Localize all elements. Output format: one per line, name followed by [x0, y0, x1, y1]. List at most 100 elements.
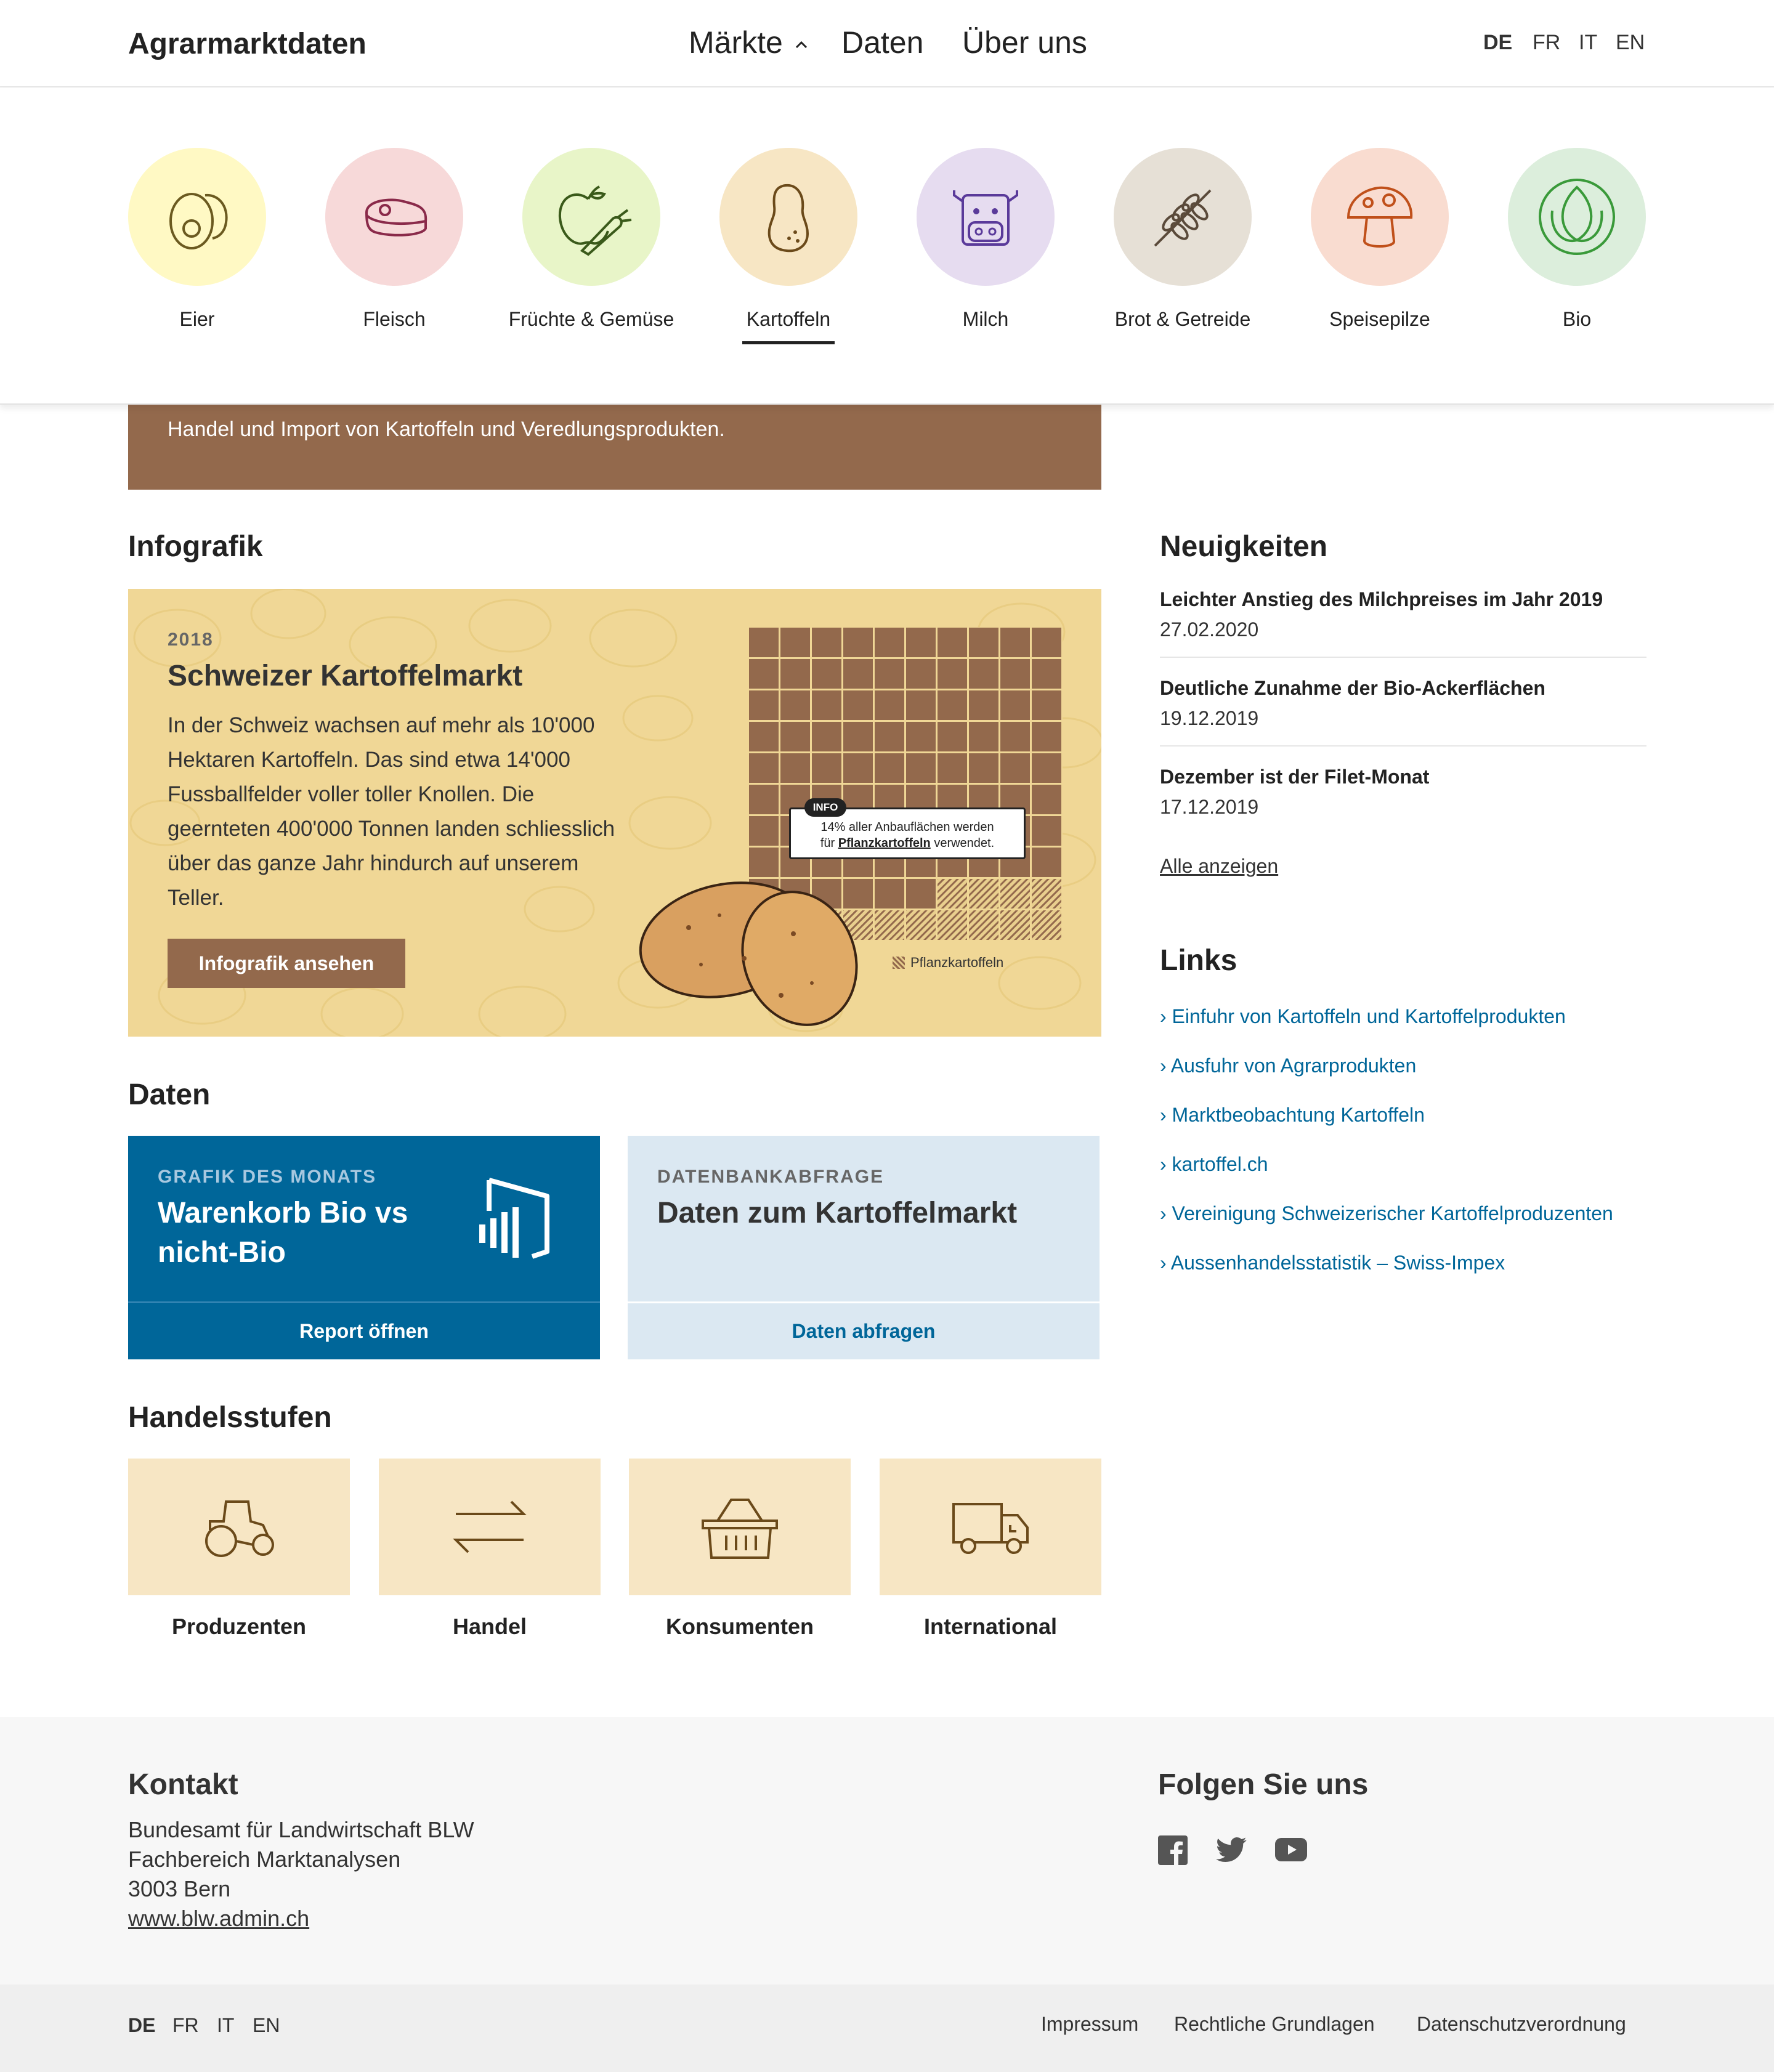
footer-link-rechtliche-grundlagen[interactable]: Rechtliche Grundlagen [1174, 2013, 1375, 2036]
category-fleisch[interactable]: Fleisch [302, 148, 487, 331]
external-link[interactable]: › Vereinigung Schweizerischer Kartoffelp… [1160, 1202, 1613, 1225]
stufe-international[interactable] [880, 1459, 1101, 1595]
hero-description: Handel und Import von Kartoffeln und Ver… [168, 418, 725, 441]
category-circle [1508, 148, 1646, 286]
grafik-des-monats-card[interactable]: GRAFIK DES MONATS Warenkorb Bio vs nicht… [128, 1136, 600, 1359]
twitter-icon[interactable] [1216, 1837, 1247, 1864]
news-item-title[interactable]: Deutliche Zunahme der Bio-Ackerflächen [1160, 677, 1545, 700]
grid-cell [873, 658, 905, 690]
brand-logo[interactable]: Agrarmarktdaten [128, 27, 367, 61]
nav-about[interactable]: Über uns [962, 25, 1087, 60]
potato-icon [768, 184, 809, 253]
grid-cell [968, 627, 1000, 658]
footer-link-datenschutz[interactable]: Datenschutzverordnung [1417, 2013, 1626, 2036]
links-heading: Links [1160, 944, 1237, 977]
grid-cell-seed-potato [1031, 878, 1063, 910]
footer-lang-it[interactable]: IT [217, 2014, 234, 2037]
data-query-button[interactable]: Daten abfragen [628, 1301, 1100, 1359]
stufe-label: Produzenten [171, 1614, 306, 1639]
nav-markets[interactable]: Märkte [689, 25, 809, 60]
grid-cell [779, 721, 811, 753]
stufe-handel[interactable] [379, 1459, 601, 1595]
contact-line: 3003 Bern [128, 1876, 231, 1901]
lang-fr[interactable]: FR [1533, 31, 1560, 55]
infografik-view-button[interactable]: Infografik ansehen [168, 939, 405, 988]
infografik-title: Schweizer Kartoffelmarkt [168, 660, 523, 692]
category-kartoffeln[interactable]: Kartoffeln [696, 148, 881, 331]
daten-heading: Daten [128, 1078, 211, 1111]
category-label: Bio [1562, 308, 1592, 330]
legend-swatch [893, 957, 905, 969]
footer-link-impressum[interactable]: Impressum [1041, 2013, 1138, 2036]
grid-cell [779, 658, 811, 690]
category-label: Fleisch [363, 308, 426, 330]
external-link[interactable]: › kartoffel.ch [1160, 1153, 1268, 1176]
stufe-label: Handel [452, 1614, 527, 1639]
external-link[interactable]: › Aussenhandelsstatistik – Swiss-Impex [1160, 1252, 1505, 1274]
grid-cell [842, 689, 874, 721]
category-milch[interactable]: Milch [893, 148, 1078, 331]
grid-cell [779, 752, 811, 784]
category-label: Milch [962, 308, 1009, 330]
footer-lang-fr[interactable]: FR [172, 2014, 199, 2037]
nav-markets-label: Märkte [689, 25, 783, 60]
grid-cell [968, 752, 1000, 784]
website-link[interactable]: www.blw.admin.ch [128, 1906, 309, 1932]
nav-data[interactable]: Daten [841, 25, 923, 60]
category-fruechte-gemuese[interactable]: Früchte & Gemüse [499, 148, 684, 331]
facebook-icon[interactable] [1158, 1835, 1188, 1865]
infografik-body: In der Schweiz wachsen auf mehr als 10'0… [168, 713, 615, 910]
potatoes-illustration [639, 881, 858, 1026]
news-item-title[interactable]: Leichter Anstieg des Milchpreises im Jah… [1160, 588, 1603, 611]
grid-cell [905, 627, 937, 658]
lang-en[interactable]: EN [1616, 31, 1645, 55]
external-link[interactable]: › Marktbeobachtung Kartoffeln [1160, 1104, 1425, 1127]
category-circle [1114, 148, 1252, 286]
lang-it[interactable]: IT [1579, 31, 1597, 55]
footer-lang-de[interactable]: DE [128, 2014, 155, 2037]
news-divider [1160, 745, 1646, 747]
news-item-date: 17.12.2019 [1160, 796, 1259, 818]
category-bio[interactable]: Bio [1484, 148, 1669, 331]
footer-lang-en[interactable]: EN [253, 2014, 280, 2037]
stufe-konsumenten[interactable] [629, 1459, 851, 1595]
grid-cell [936, 658, 968, 690]
callout-line-1: 14% aller Anbauflächen werden [820, 820, 994, 834]
contact-line: Bundesamt für Landwirtschaft BLW [128, 1817, 474, 1842]
meat-icon [365, 198, 427, 237]
external-link[interactable]: › Ausfuhr von Agrarprodukten [1160, 1054, 1416, 1077]
category-speisepilze[interactable]: Speisepilze [1287, 148, 1472, 331]
grid-cell [1031, 815, 1063, 847]
lang-de[interactable]: DE [1483, 31, 1512, 55]
site-header: Agrarmarktdaten Märkte Daten Über uns DE… [0, 0, 1774, 87]
report-open-button[interactable]: Report öffnen [128, 1301, 600, 1359]
grid-cell [748, 658, 780, 690]
category-circle [128, 148, 266, 286]
external-link[interactable]: › Einfuhr von Kartoffeln und Kartoffelpr… [1160, 1005, 1566, 1028]
category-brot-getreide[interactable]: Brot & Getreide [1090, 148, 1275, 331]
stufe-produzenten[interactable] [128, 1459, 350, 1595]
contact-line: Fachbereich Marktanalysen [128, 1847, 401, 1872]
infografik-year: 2018 [168, 629, 214, 650]
category-circle [325, 148, 463, 286]
grid-cell [748, 752, 780, 784]
datenbankabfrage-card[interactable]: DATENBANKABFRAGE Daten zum Kartoffelmark… [628, 1136, 1100, 1359]
youtube-icon[interactable] [1275, 1838, 1307, 1861]
grid-cell [999, 689, 1031, 721]
follow-heading: Folgen Sie uns [1158, 1768, 1369, 1801]
info-badge: INFO [804, 798, 846, 817]
truck-icon [952, 1503, 1029, 1554]
grid-cell [905, 658, 937, 690]
news-item-title[interactable]: Dezember ist der Filet-Monat [1160, 766, 1429, 788]
grid-cell [936, 752, 968, 784]
exchange-arrows-icon [453, 1500, 527, 1553]
grid-cell [811, 658, 843, 690]
grid-cell-seed-potato [999, 878, 1031, 910]
grid-cell [936, 721, 968, 753]
grid-cell [1031, 689, 1063, 721]
grid-cell [999, 721, 1031, 753]
show-all-news-link[interactable]: Alle anzeigen [1160, 855, 1278, 878]
category-eier[interactable]: Eier [105, 148, 290, 331]
grid-cell [968, 658, 1000, 690]
grid-cell [811, 627, 843, 658]
